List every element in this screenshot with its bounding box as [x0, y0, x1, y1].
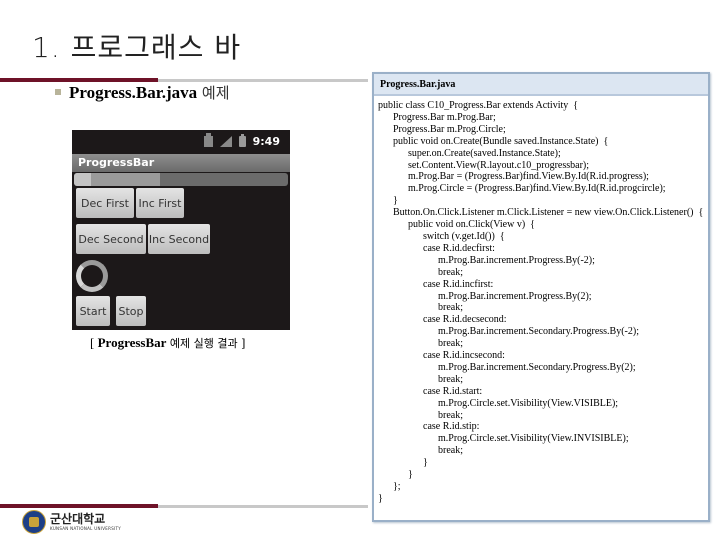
clock: 9:49	[252, 135, 280, 148]
code-line: }	[378, 457, 428, 469]
code-body: public class C10_Progress.Bar extends Ac…	[374, 96, 708, 509]
code-line: super.on.Create(saved.Instance.State);	[378, 147, 561, 159]
code-filename: Progress.Bar.java	[374, 74, 708, 96]
code-panel: Progress.Bar.java public class C10_Progr…	[372, 72, 710, 522]
code-line: break;	[378, 302, 463, 314]
inc-first-button[interactable]: Inc First	[136, 188, 184, 218]
code-line: break;	[378, 373, 463, 385]
bullet-bold-text: Progress.Bar.java	[69, 83, 198, 102]
code-line: m.Prog.Bar.increment.Progress.By(2);	[378, 290, 592, 302]
bullet-square-icon	[55, 89, 61, 96]
code-line: case R.id.decfirst:	[378, 242, 495, 254]
signal-icon	[219, 136, 232, 147]
caption-text: 예제 실행 결과 ]	[166, 337, 246, 350]
progress-bar	[74, 173, 288, 186]
university-seal-icon	[22, 510, 46, 534]
caption-open: [	[90, 335, 98, 350]
code-line: case R.id.start:	[378, 385, 483, 397]
figure-caption: [ ProgressBar 예제 실행 결과 ]	[90, 335, 245, 351]
logo-english: KUNSAN NATIONAL UNIVERSITY	[50, 526, 122, 531]
footer-rule-accent	[0, 504, 158, 508]
progress-circle-spinner	[76, 260, 108, 292]
code-line: m.Prog.Circle.set.Visibility(View.INVISI…	[378, 433, 629, 445]
code-line: Button.On.Click.Listener m.Click.Listene…	[378, 207, 704, 219]
bullet-item: Progress.Bar.java 예제	[55, 82, 230, 103]
code-line: set.Content.View(R.layout.c10_progressba…	[378, 159, 590, 171]
app-title-bar: ProgressBar	[72, 154, 290, 172]
code-line: switch (v.get.Id()) {	[378, 230, 505, 242]
app-title: ProgressBar	[78, 156, 155, 169]
code-line: case R.id.stip:	[378, 421, 480, 433]
code-line: public void on.Click(View v) {	[378, 219, 535, 231]
start-button[interactable]: Start	[76, 296, 110, 326]
code-line: break;	[378, 266, 463, 278]
dec-first-button[interactable]: Dec First	[76, 188, 134, 218]
code-line: case R.id.decsecond:	[378, 314, 507, 326]
code-line: case R.id.incsecond:	[378, 350, 505, 362]
dec-second-button[interactable]: Dec Second	[76, 224, 146, 254]
inc-second-button[interactable]: Inc Second	[148, 224, 210, 254]
code-line: break;	[378, 409, 463, 421]
code-line: Progress.Bar m.Prog.Circle;	[378, 123, 506, 135]
code-line: m.Prog.Bar = (Progress.Bar)find.View.By.…	[378, 171, 649, 183]
slide-title: 1. 프로그래스 바	[32, 31, 242, 64]
university-logo: 군산대학교 KUNSAN NATIONAL UNIVERSITY	[22, 510, 121, 534]
sync-icon	[203, 133, 213, 147]
footer-rule-gray	[158, 505, 368, 508]
caption-bold: ProgressBar	[97, 335, 167, 350]
phone-screenshot: 9:49 ProgressBar Dec First Inc First Dec…	[72, 130, 290, 330]
stop-button[interactable]: Stop	[116, 296, 146, 326]
code-line: m.Prog.Circle = (Progress.Bar)find.View.…	[378, 183, 666, 195]
bullet-normal-text: 예제	[197, 84, 230, 102]
code-line: }	[378, 469, 413, 481]
code-line: public class C10_Progress.Bar extends Ac…	[378, 100, 579, 111]
progress-primary-fill	[74, 173, 92, 186]
code-line: public void on.Create(Bundle saved.Insta…	[378, 135, 609, 147]
code-line: }	[378, 195, 398, 207]
logo-korean: 군산대학교	[50, 512, 106, 526]
code-line: break;	[378, 338, 463, 350]
battery-icon	[238, 134, 246, 147]
code-line: };	[378, 481, 401, 492]
code-line: m.Prog.Circle.set.Visibility(View.VISIBL…	[378, 397, 619, 409]
code-line: }	[378, 492, 383, 504]
code-line: m.Prog.Bar.increment.Progress.By(-2);	[378, 254, 595, 266]
code-line: Progress.Bar m.Prog.Bar;	[378, 111, 496, 123]
code-line: m.Prog.Bar.increment.Secondary.Progress.…	[378, 326, 639, 338]
code-line: m.Prog.Bar.increment.Secondary.Progress.…	[378, 361, 636, 373]
code-line: break;	[378, 445, 463, 457]
code-line: case R.id.incfirst:	[378, 278, 494, 290]
status-bar: 9:49	[72, 130, 290, 154]
